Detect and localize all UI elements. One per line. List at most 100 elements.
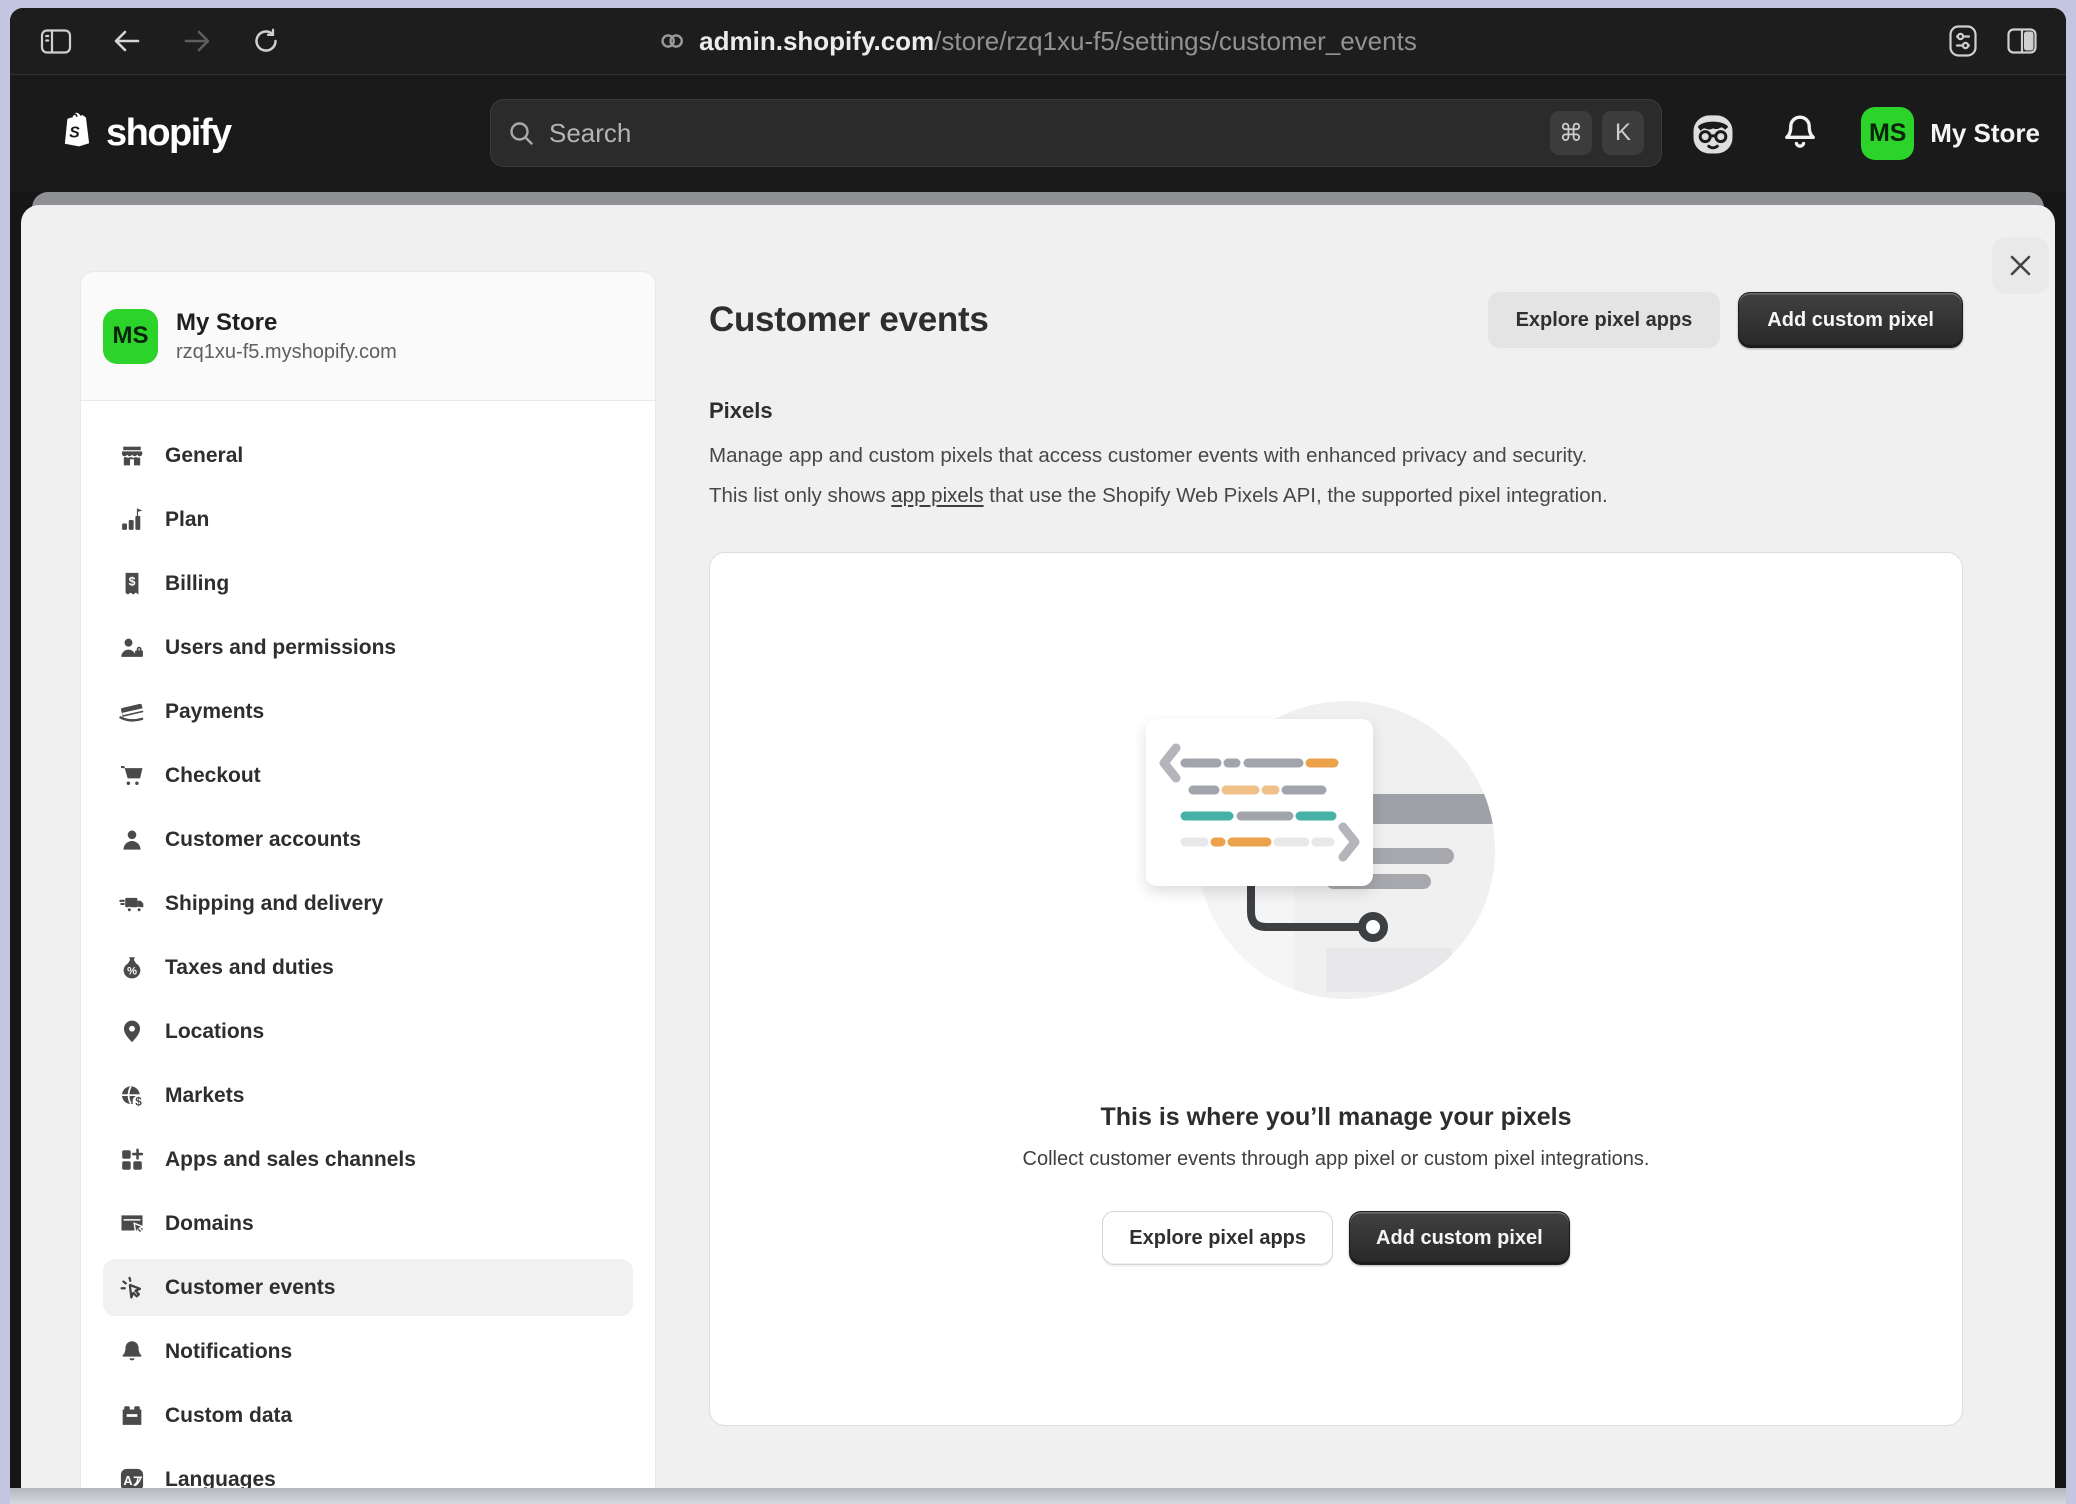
store-menu[interactable]: MS My Store: [1861, 107, 2040, 160]
close-icon: [2007, 252, 2034, 279]
sidebar-item-users-and-permissions[interactable]: Users and permissions: [103, 619, 633, 676]
pixels-empty-card: This is where you’ll manage your pixels …: [709, 552, 1963, 1426]
sidebar-item-label: Users and permissions: [165, 636, 396, 660]
pixels-description: Manage app and custom pixels that access…: [709, 436, 1963, 516]
notifications-bell-icon[interactable]: [1779, 112, 1821, 156]
add-custom-pixel-button[interactable]: Add custom pixel: [1738, 292, 1963, 348]
sidebar-item-label: Apps and sales channels: [165, 1148, 416, 1172]
events-icon: [117, 1273, 147, 1303]
apps-icon: [117, 1145, 147, 1175]
sidebar-store-name: My Store: [176, 309, 397, 337]
sidebar-item-billing[interactable]: Billing: [103, 555, 633, 612]
page-title: Customer events: [709, 300, 988, 340]
tax-icon: [117, 953, 147, 983]
sidebar-item-domains[interactable]: Domains: [103, 1195, 633, 1252]
sidebar-item-customer-accounts[interactable]: Customer accounts: [103, 811, 633, 868]
search-input[interactable]: Search ⌘ K: [490, 99, 1662, 167]
sidebar-store-avatar: MS: [103, 309, 158, 364]
app-pixels-link[interactable]: app pixels: [891, 484, 983, 507]
sidebar-item-checkout[interactable]: Checkout: [103, 747, 633, 804]
sidebar-item-notifications[interactable]: Notifications: [103, 1323, 633, 1380]
cart-icon: [117, 761, 147, 791]
main-content: Customer events Explore pixel apps Add c…: [709, 205, 1963, 1426]
payments-icon: [117, 697, 147, 727]
sidebar-item-payments[interactable]: Payments: [103, 683, 633, 740]
sidebar-item-label: Shipping and delivery: [165, 892, 383, 916]
sidebar-item-markets[interactable]: Markets: [103, 1067, 633, 1124]
sidebar-item-label: Payments: [165, 700, 264, 724]
pixels-heading: Pixels: [709, 398, 1963, 424]
sidebar-item-label: Customer events: [165, 1276, 335, 1300]
split-view-icon[interactable]: [2006, 27, 2038, 55]
store-name: My Store: [1930, 118, 2040, 149]
bell-icon: [117, 1337, 147, 1367]
settings-menu: General Plan Billing Users and permissio…: [81, 401, 655, 1488]
sidebar-item-custom-data[interactable]: Custom data: [103, 1387, 633, 1444]
sidebar-item-apps-and-sales-channels[interactable]: Apps and sales channels: [103, 1131, 633, 1188]
search-icon: [508, 120, 535, 147]
settings-sidebar: MS My Store rzq1xu-f5.myshopify.com Gene…: [80, 271, 656, 1488]
sidebar-item-label: Languages: [165, 1468, 276, 1489]
page-settings-icon[interactable]: [1948, 24, 1978, 58]
sidebar-item-label: Locations: [165, 1020, 264, 1044]
search-placeholder: Search: [549, 118, 631, 149]
kbd-cmd: ⌘: [1550, 111, 1592, 155]
billing-icon: [117, 569, 147, 599]
sidekick-assistant-icon[interactable]: [1687, 108, 1739, 160]
sidebar-item-languages[interactable]: Languages: [103, 1451, 633, 1488]
sidebar-item-label: Plan: [165, 508, 209, 532]
store-icon: [117, 441, 147, 471]
admin-header: S shopify Search ⌘ K: [10, 75, 2066, 192]
sidebar-item-customer-events[interactable]: Customer events: [103, 1259, 633, 1316]
store-avatar: MS: [1861, 107, 1914, 160]
sidebar-item-shipping-and-delivery[interactable]: Shipping and delivery: [103, 875, 633, 932]
address-bar[interactable]: admin.shopify.com/store/rzq1xu-f5/settin…: [659, 8, 1417, 74]
sidebar-item-locations[interactable]: Locations: [103, 1003, 633, 1060]
sidebar-item-label: Markets: [165, 1084, 244, 1108]
sidebar-item-label: Customer accounts: [165, 828, 361, 852]
pin-icon: [117, 1017, 147, 1047]
browser-window: admin.shopify.com/store/rzq1xu-f5/settin…: [10, 8, 2066, 1504]
url-path: /store/rzq1xu-f5/settings/customer_event…: [934, 26, 1417, 56]
shopify-bag-icon: S: [54, 111, 96, 157]
shopify-wordmark: shopify: [106, 112, 231, 155]
users-icon: [117, 633, 147, 663]
sidebar-item-label: Taxes and duties: [165, 956, 334, 980]
sidebar-store-domain: rzq1xu-f5.myshopify.com: [176, 341, 397, 364]
sidebar-item-label: General: [165, 444, 243, 468]
pixels-description-line1: Manage app and custom pixels that access…: [709, 436, 1963, 476]
person-icon: [117, 825, 147, 855]
sidebar-item-label: Checkout: [165, 764, 261, 788]
svg-text:S: S: [69, 124, 80, 141]
pixels-description-line2: This list only shows app pixels that use…: [709, 476, 1963, 516]
sidebar-item-label: Custom data: [165, 1404, 292, 1428]
empty-add-custom-pixel-button[interactable]: Add custom pixel: [1349, 1211, 1570, 1265]
sidebar-item-general[interactable]: General: [103, 427, 633, 484]
sidebar-toggle-icon[interactable]: [40, 28, 72, 55]
forward-icon[interactable]: [182, 28, 212, 54]
empty-state-heading: This is where you’ll manage your pixels: [1101, 1103, 1572, 1132]
truck-icon: [117, 889, 147, 919]
sidebar-item-label: Notifications: [165, 1340, 292, 1364]
kbd-k: K: [1602, 111, 1644, 155]
pixels-illustration: [1136, 689, 1536, 1019]
window-bottom-edge: [10, 1488, 2066, 1504]
close-button[interactable]: [1992, 237, 2049, 294]
sidebar-store-card[interactable]: MS My Store rzq1xu-f5.myshopify.com: [81, 272, 655, 401]
empty-explore-pixel-apps-button[interactable]: Explore pixel apps: [1102, 1211, 1333, 1265]
domains-icon: [117, 1209, 147, 1239]
sidebar-item-label: Billing: [165, 572, 229, 596]
lang-icon: [117, 1465, 147, 1489]
data-icon: [117, 1401, 147, 1431]
url-host: admin.shopify.com: [699, 26, 934, 56]
sidebar-item-taxes-and-duties[interactable]: Taxes and duties: [103, 939, 633, 996]
shopify-logo[interactable]: S shopify: [54, 75, 231, 192]
back-icon[interactable]: [112, 28, 142, 54]
globe-icon: [117, 1081, 147, 1111]
link-icon: [659, 28, 685, 54]
explore-pixel-apps-button[interactable]: Explore pixel apps: [1488, 292, 1721, 348]
sidebar-item-label: Domains: [165, 1212, 254, 1236]
sidebar-item-plan[interactable]: Plan: [103, 491, 633, 548]
reload-icon[interactable]: [252, 27, 280, 55]
settings-modal: MS My Store rzq1xu-f5.myshopify.com Gene…: [21, 205, 2055, 1488]
